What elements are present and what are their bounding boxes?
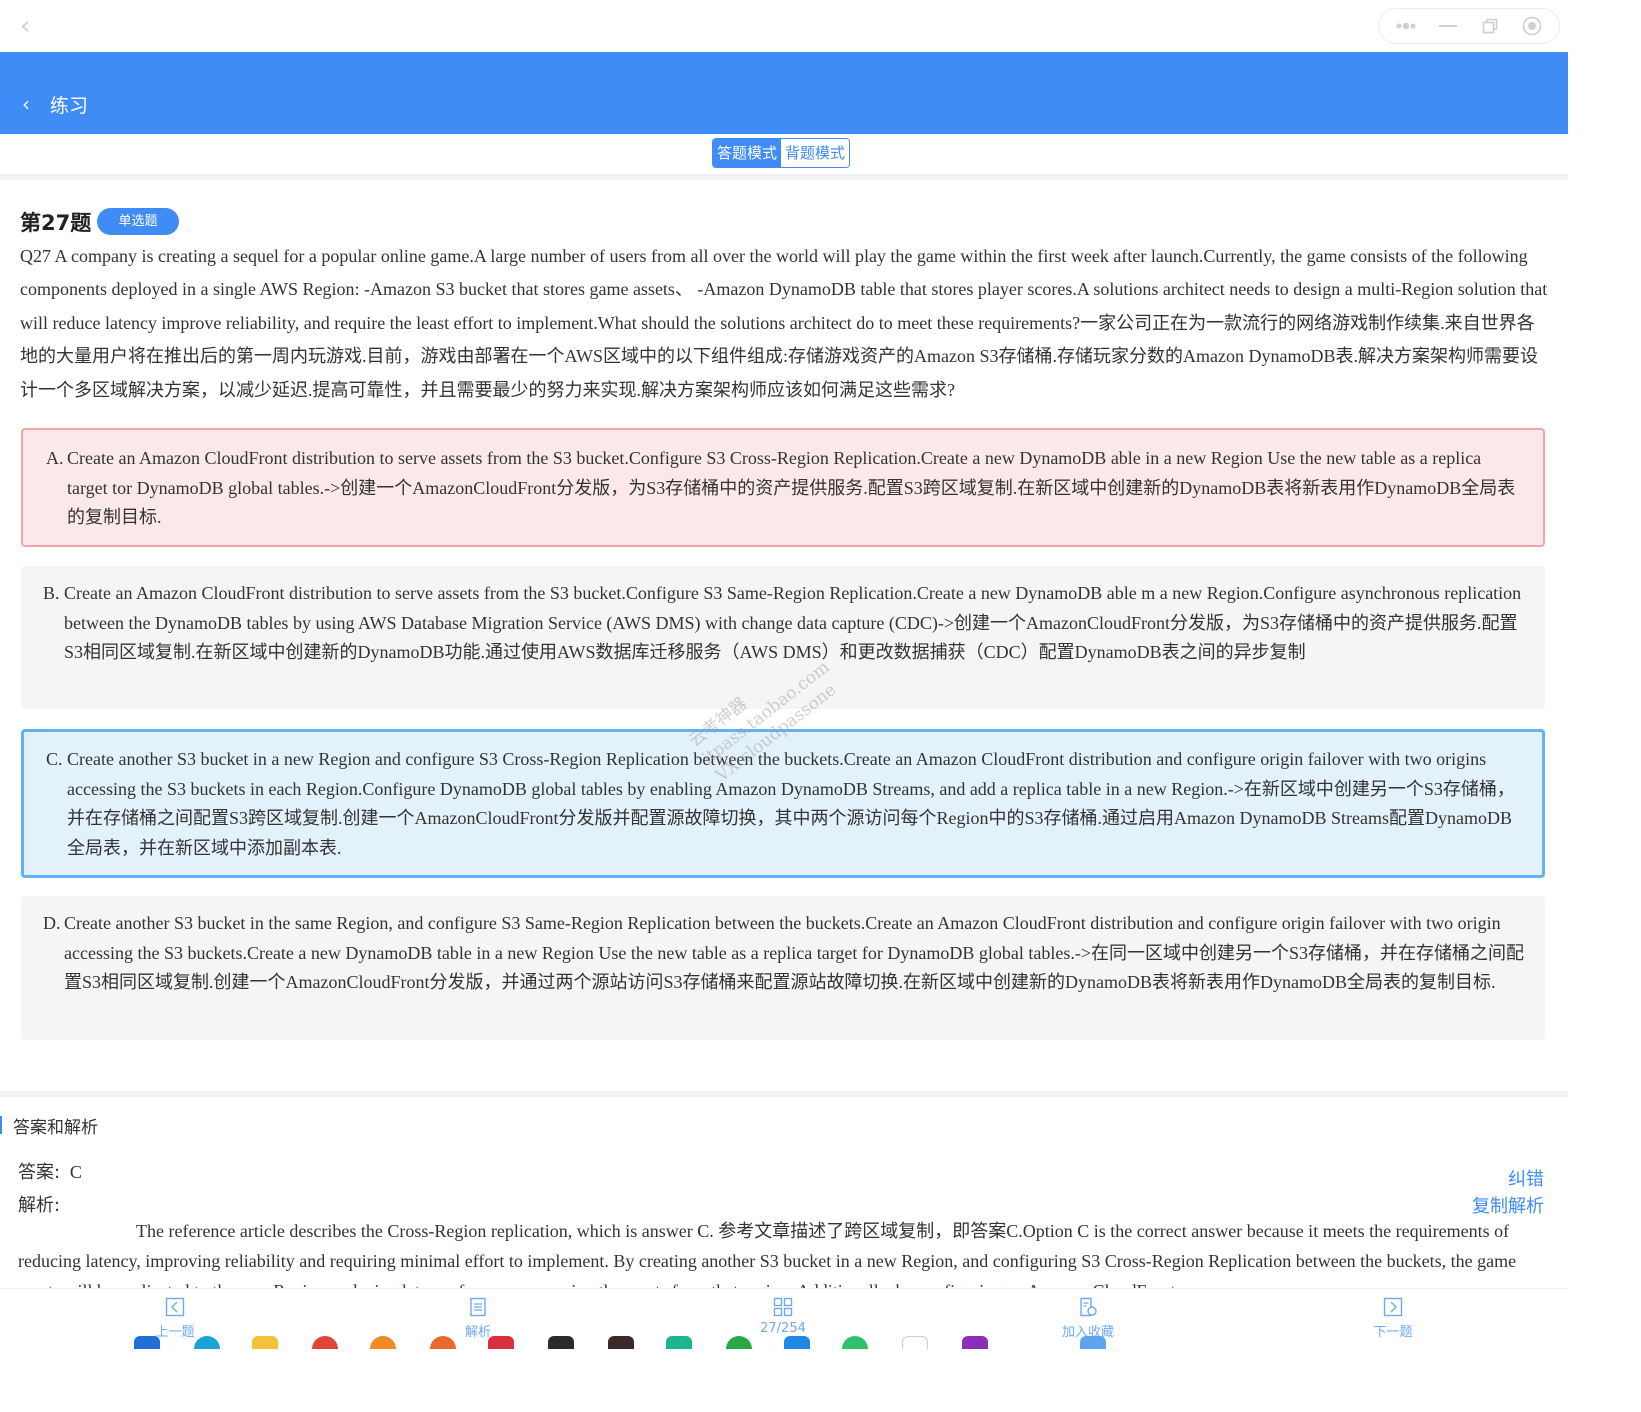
mode-switch: 答题模式 背题模式 — [712, 138, 851, 168]
answer-label: 答案: — [18, 1162, 61, 1183]
option-text: Create another S3 bucket in a new Region… — [67, 749, 1515, 858]
analysis-button[interactable]: 解析 — [433, 1297, 523, 1340]
grid-icon — [773, 1297, 793, 1317]
tab-answer-mode[interactable]: 答题模式 — [713, 139, 782, 167]
next-question-label: 下一题 — [1373, 1325, 1413, 1340]
option-text: Create an Amazon CloudFront distribution… — [64, 583, 1522, 662]
option-letter: A. — [46, 448, 64, 468]
explanation-label: 解析: — [18, 1195, 61, 1216]
onenote-icon[interactable] — [962, 1336, 988, 1349]
favorite-doc-icon — [1080, 1297, 1097, 1317]
option-b[interactable]: B. Create an Amazon CloudFront distribut… — [21, 566, 1545, 709]
app-icon[interactable] — [430, 1336, 456, 1349]
vscode-icon[interactable] — [784, 1336, 810, 1349]
app-icon[interactable] — [134, 1336, 160, 1349]
os-taskbar — [130, 1336, 1110, 1349]
section-accent — [0, 1116, 2, 1134]
answer-line: 答案: C — [18, 1158, 82, 1184]
divider — [0, 1091, 1568, 1097]
copy-explanation-link[interactable]: 复制解析 — [1472, 1192, 1544, 1218]
tab-recite-mode[interactable]: 背题模式 — [781, 139, 850, 167]
text-icon[interactable] — [902, 1336, 928, 1349]
option-text: Create an Amazon CloudFront distribution… — [67, 448, 1516, 527]
next-question-button[interactable]: 下一题 — [1348, 1297, 1438, 1340]
divider — [0, 174, 1568, 180]
option-letter: B. — [43, 583, 60, 603]
progress-label: 27/254 — [760, 1321, 806, 1336]
explanation-text: The reference article describes the Cros… — [18, 1221, 1517, 1288]
chevron-left-icon[interactable]: ‹ — [22, 92, 30, 116]
restore-icon[interactable] — [1475, 14, 1505, 38]
app-icon[interactable] — [1080, 1336, 1106, 1349]
chrome-icon[interactable] — [312, 1336, 338, 1349]
app-icon[interactable] — [726, 1336, 752, 1349]
firefox-icon[interactable] — [370, 1336, 396, 1349]
question-text: Q27 A company is creating a sequel for a… — [20, 246, 1548, 400]
prev-box-icon — [165, 1297, 185, 1317]
app-icon[interactable] — [666, 1336, 692, 1349]
option-letter: C. — [46, 749, 63, 769]
report-error-link[interactable]: 纠错 — [1508, 1165, 1544, 1191]
next-box-icon — [1383, 1297, 1403, 1317]
more-icon[interactable] — [1391, 14, 1421, 38]
minimize-icon[interactable] — [1433, 14, 1463, 38]
answer-value: C — [69, 1162, 82, 1182]
pdf-icon[interactable] — [488, 1336, 514, 1349]
browser-icon[interactable] — [194, 1336, 220, 1349]
option-a[interactable]: A. Create an Amazon CloudFront distribut… — [21, 428, 1545, 547]
chevron-left-icon[interactable]: ‹ — [20, 12, 44, 40]
document-icon — [470, 1297, 486, 1317]
app-icon[interactable] — [608, 1336, 634, 1349]
option-text: Create another S3 bucket in the same Reg… — [64, 913, 1525, 992]
folder-icon[interactable] — [252, 1336, 278, 1349]
question-type-badge: 单选题 — [97, 208, 179, 235]
page-title: 练习 — [50, 95, 89, 117]
add-favorite-button[interactable]: 加入收藏 — [1043, 1297, 1133, 1340]
app-icon[interactable] — [1020, 1336, 1046, 1349]
window-titlebar: ‹ — [0, 0, 1568, 52]
prev-question-button[interactable]: 上一题 — [130, 1297, 220, 1340]
option-letter: D. — [43, 913, 61, 933]
app-header: ‹ 练习 — [0, 52, 1568, 134]
question-number: 第27题 — [20, 211, 92, 235]
answer-section-title: 答案和解析 — [13, 1118, 98, 1138]
option-d[interactable]: D. Create another S3 bucket in the same … — [21, 896, 1545, 1040]
option-c[interactable]: C. Create another S3 bucket in a new Reg… — [21, 729, 1545, 878]
terminal-icon[interactable] — [548, 1336, 574, 1349]
window-controls — [1378, 8, 1560, 44]
wechat-icon[interactable] — [842, 1336, 868, 1349]
question-grid-button[interactable]: 27/254 — [738, 1297, 828, 1336]
record-icon[interactable] — [1517, 14, 1547, 38]
